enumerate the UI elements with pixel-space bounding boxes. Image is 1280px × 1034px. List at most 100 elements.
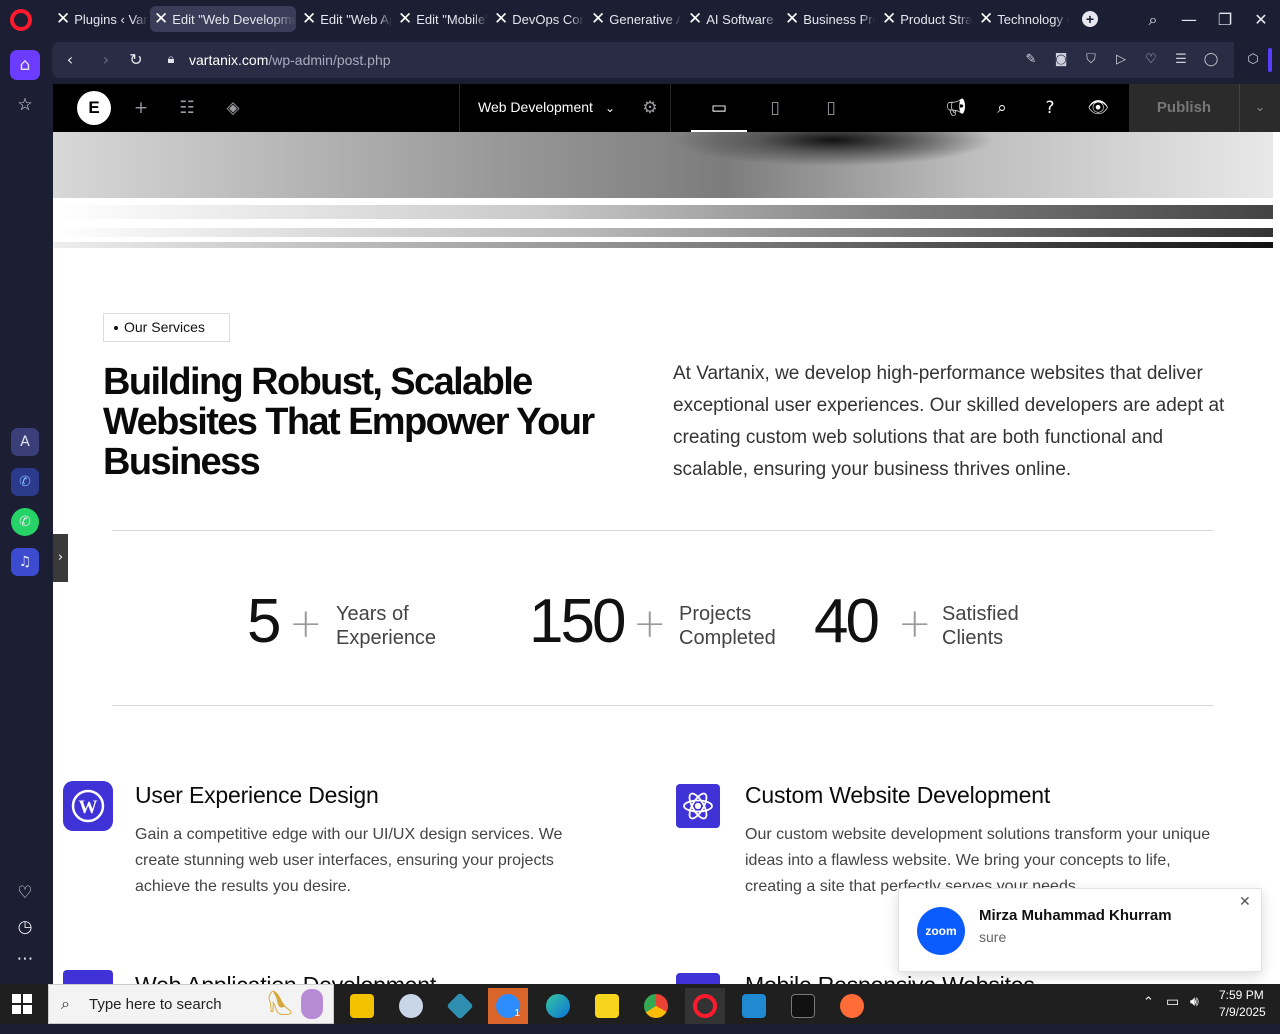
- tab[interactable]: ✕Business Process: [781, 6, 875, 32]
- minimize-button[interactable]: —: [1177, 8, 1201, 32]
- sidebar-toggle[interactable]: [1268, 48, 1272, 72]
- tab[interactable]: ✕Edit "Web Applications": [298, 6, 392, 32]
- search-icon[interactable]: ⌕: [990, 96, 1014, 120]
- tab[interactable]: ✕DevOps Consulting: [490, 6, 584, 32]
- tab[interactable]: ✕ Generative AI: [587, 6, 681, 32]
- tab-active[interactable]: ✕Edit "Web Development": [150, 6, 296, 32]
- heart-icon[interactable]: ♡: [1142, 51, 1160, 69]
- publish-options-chevron-icon[interactable]: ⌄: [1239, 84, 1280, 132]
- volume-icon[interactable]: 🔊︎: [1190, 994, 1199, 1010]
- back-button[interactable]: ‹: [58, 48, 82, 72]
- mobile-icon[interactable]: ▯: [819, 96, 843, 120]
- search-highlight-shoe-icon: 👠︎: [265, 990, 296, 1017]
- star-icon[interactable]: ☆: [10, 90, 40, 120]
- app-diamond-icon[interactable]: [440, 988, 480, 1024]
- help-icon[interactable]: ?: [1038, 96, 1062, 120]
- send-icon[interactable]: ▷: [1112, 51, 1130, 69]
- home-icon[interactable]: ⌂: [10, 50, 40, 80]
- elementor-favicon-icon: ✕: [494, 9, 509, 29]
- chrome-icon[interactable]: [636, 988, 676, 1024]
- opera-sidebar: ⌂ ☆ A ✆ ✆ ♫ ♡ ◷ ⋯: [0, 40, 52, 984]
- close-notification-icon[interactable]: ✕: [1239, 894, 1251, 910]
- url-path: /wp-admin/post.php: [268, 52, 391, 68]
- reload-button[interactable]: ↻: [124, 48, 148, 72]
- postman-icon[interactable]: [832, 988, 872, 1024]
- layers-icon[interactable]: ◈: [221, 96, 245, 120]
- extension-area: ⬡: [1234, 42, 1280, 78]
- panel-expand-arrow-icon[interactable]: ›: [53, 534, 68, 582]
- tab[interactable]: ✕ Edit "Mobile": [394, 6, 488, 32]
- zoom-notification[interactable]: zoom Mirza Muhammad Khurram sure ✕: [898, 888, 1262, 972]
- publish-button[interactable]: Publish: [1129, 84, 1239, 132]
- terminal-icon[interactable]: [783, 988, 823, 1024]
- vscode-icon[interactable]: [734, 988, 774, 1024]
- elementor-favicon-icon: ✕: [154, 9, 169, 29]
- search-highlight-figure-icon: [301, 989, 323, 1019]
- whatsapp-icon[interactable]: ✆: [11, 508, 39, 536]
- heart-icon[interactable]: ♡: [10, 878, 40, 908]
- atom-icon: [676, 784, 720, 828]
- search-icon: ⌕: [61, 994, 70, 1013]
- opera-taskbar-icon[interactable]: [685, 988, 725, 1024]
- stat-projects: 150 + Projects Completed: [529, 587, 789, 657]
- page-selector[interactable]: Web Development ⌄ ⚙: [459, 84, 671, 132]
- service-description: Gain a competitive edge with our UI/UX d…: [135, 826, 563, 895]
- add-element-icon[interactable]: +: [129, 96, 153, 120]
- network-icon[interactable]: ▭: [1166, 994, 1179, 1010]
- opera-logo-icon[interactable]: [10, 9, 32, 31]
- zoom-taskbar-icon[interactable]: 1: [488, 988, 528, 1024]
- tab-title: Edit "Web Development": [172, 11, 296, 27]
- history-icon[interactable]: ◷: [10, 912, 40, 942]
- messenger-icon[interactable]: ✆: [11, 468, 39, 496]
- announcements-icon[interactable]: 📢︎: [944, 96, 968, 120]
- tab-title: Edit "Mobile": [416, 11, 488, 27]
- decorative-stripe: [53, 205, 1273, 219]
- clock-date[interactable]: 7/9/2025: [1219, 1005, 1266, 1019]
- stat-number: 150: [529, 587, 626, 656]
- aria-icon[interactable]: A: [11, 428, 39, 456]
- lock-icon[interactable]: 🔒︎: [159, 48, 183, 72]
- sticky-notes-icon[interactable]: [587, 988, 627, 1024]
- elementor-favicon-icon: ✕: [591, 9, 606, 29]
- clock-time[interactable]: 7:59 PM: [1219, 988, 1264, 1002]
- stat-label-line: Clients: [942, 627, 1004, 649]
- url-field[interactable]: vartanix.com/wp-admin/post.php: [189, 52, 391, 68]
- tab-search-icon[interactable]: ⌕: [1141, 8, 1165, 32]
- tab[interactable]: ✕Product Strategy: [878, 6, 972, 32]
- stat-years: 5 + Years of Experience: [247, 587, 447, 657]
- profile-icon[interactable]: ◯: [1202, 51, 1220, 69]
- windows-start-icon[interactable]: [12, 994, 32, 1014]
- settings-sliders-icon[interactable]: ☷: [175, 96, 199, 120]
- tab[interactable]: ✕Plugins ‹ Vartanix: [52, 6, 148, 32]
- file-explorer-icon[interactable]: [342, 988, 382, 1024]
- elementor-favicon-icon: ✕: [688, 9, 703, 29]
- shield-icon[interactable]: ⛉: [1082, 51, 1100, 69]
- zoom-logo-icon: zoom: [917, 907, 965, 955]
- tray-chevron-up-icon[interactable]: ⌃: [1143, 995, 1154, 1010]
- more-icon[interactable]: ⋯: [10, 944, 40, 974]
- new-tab-button[interactable]: +: [1082, 11, 1098, 27]
- cube-icon[interactable]: ⬡: [1244, 51, 1262, 69]
- tab-title: Edit "Web Applications": [320, 11, 392, 27]
- desktop-icon[interactable]: ▭: [707, 96, 731, 120]
- close-window-button[interactable]: ✕: [1249, 8, 1273, 32]
- music-icon[interactable]: ♫: [11, 548, 39, 576]
- taskbar-search-input[interactable]: ⌕ Type here to search 👠︎: [48, 984, 334, 1024]
- preview-eye-icon[interactable]: 👁︎: [1086, 96, 1110, 120]
- elementor-logo-icon[interactable]: E: [77, 91, 111, 125]
- edge-icon[interactable]: [538, 988, 578, 1024]
- forward-button[interactable]: ›: [94, 48, 118, 72]
- tab[interactable]: ✕Technology Consulting: [975, 6, 1069, 32]
- camera-icon[interactable]: ◙: [1052, 51, 1070, 69]
- stat-label: Projects Completed: [679, 602, 819, 650]
- tab[interactable]: ✕AI Software Development: [684, 6, 778, 32]
- maximize-button[interactable]: ❐: [1213, 8, 1237, 32]
- page-settings-gear-icon[interactable]: ⚙: [638, 96, 662, 120]
- tablet-icon[interactable]: ▯: [763, 96, 787, 120]
- divider: [112, 530, 1213, 531]
- edit-page-icon[interactable]: ✎: [1022, 51, 1040, 69]
- paint-icon[interactable]: [391, 988, 431, 1024]
- elementor-toolbar: E + ☷ ◈ Web Development ⌄ ⚙ ▭ ▯ ▯ 📢︎ ⌕ ?…: [53, 84, 1280, 132]
- menu-lines-icon[interactable]: ☰: [1172, 51, 1190, 69]
- stat-label-line: Experience: [336, 627, 437, 649]
